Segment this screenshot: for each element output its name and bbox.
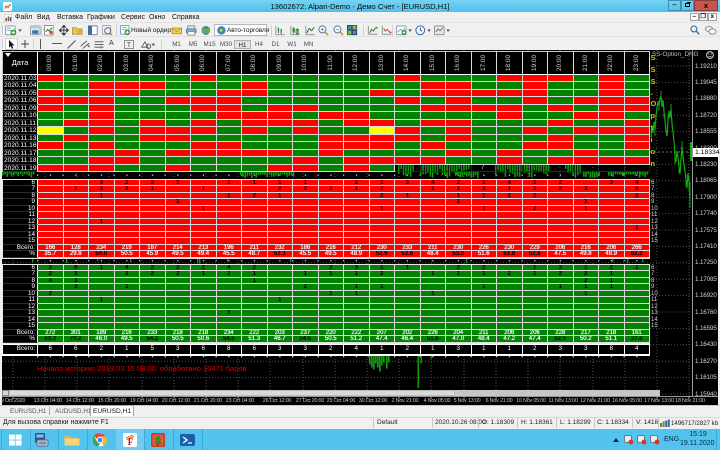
svg-text:+: + <box>321 27 325 34</box>
svg-text:F: F <box>128 437 134 447</box>
svg-text:T: T <box>127 42 131 49</box>
svg-text:−: − <box>336 27 340 34</box>
